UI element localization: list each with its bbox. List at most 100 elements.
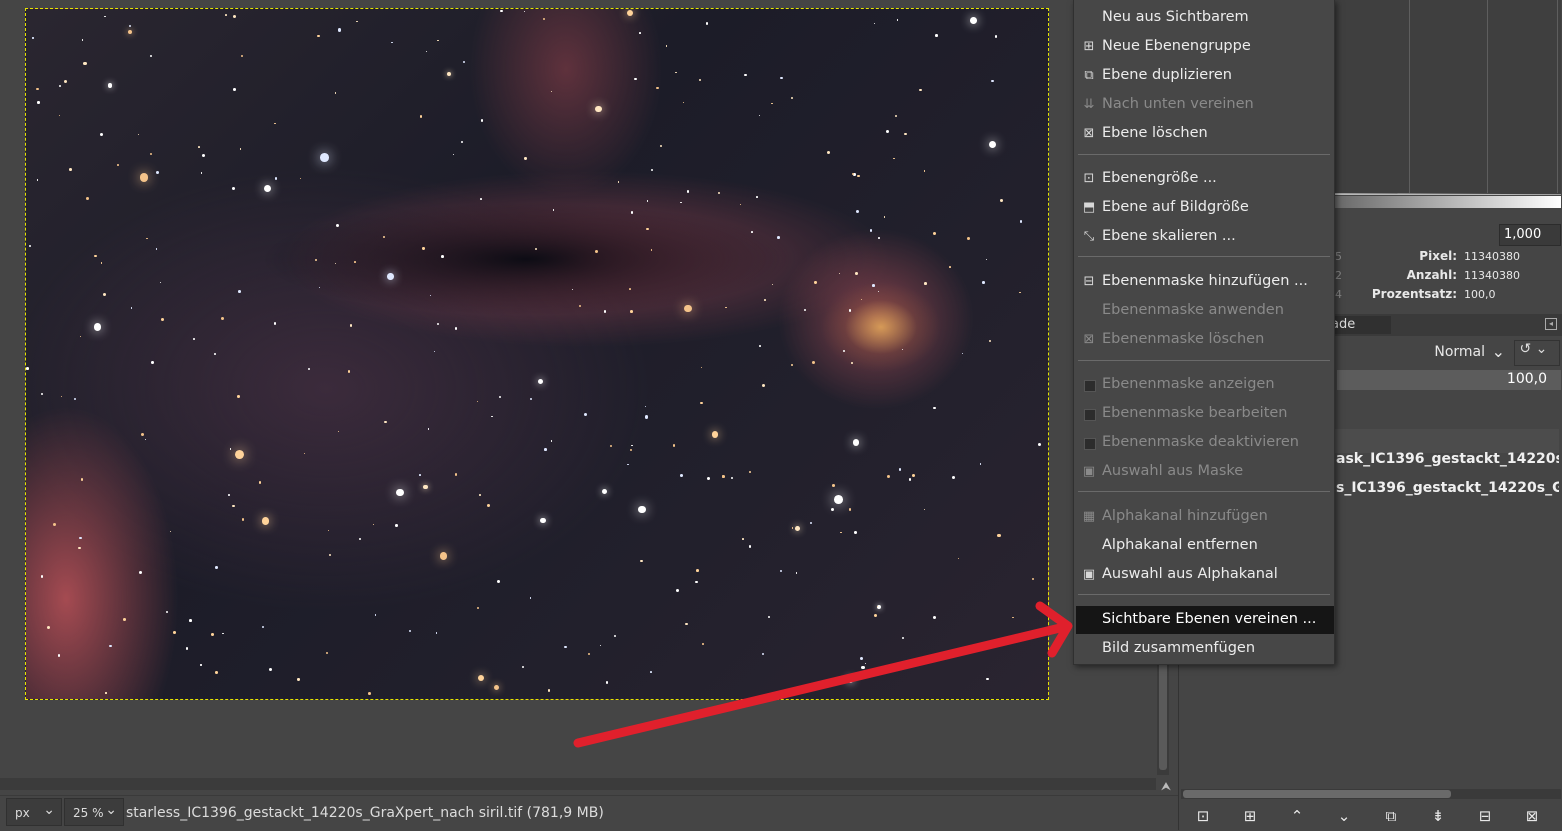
star [744,73,747,76]
menu-item-ebenenmaske-hinzufügen[interactable]: ⊟ Ebenenmaske hinzufügen ... [1076,268,1334,296]
menu-item-ebene-duplizieren[interactable]: ⧉ Ebene duplizieren [1076,62,1334,90]
star [679,474,683,478]
menu-item-ebenengröße[interactable]: ⊡ Ebenengröße ... [1076,165,1334,193]
menu-item-auswahl-aus-alphakanal[interactable]: ▣ Auswahl aus Alphakanal [1076,561,1334,589]
menu-item-bild-zusammenfügen[interactable]: Bild zusammenfügen [1076,635,1334,663]
star [347,370,351,373]
menu-item-ebene-skalieren[interactable]: ⤡ Ebene skalieren ... [1076,223,1334,251]
gamma-spinbox[interactable]: 1,000 [1499,224,1561,246]
layer-list-scrollbar[interactable] [1181,789,1561,799]
star [627,463,629,466]
star [1012,616,1014,619]
navigate-icon[interactable]: ⮝ [1158,778,1174,794]
star [261,625,264,628]
star [812,360,816,364]
menu-item-label: Auswahl aus Alphakanal [1102,566,1278,582]
menu-item-ebene-auf-bildgröße[interactable]: ⬒ Ebene auf Bildgröße [1076,194,1334,222]
menu-separator [1078,256,1330,257]
star [699,401,703,405]
canvas-area[interactable]: ⮝ [0,0,1178,795]
anchor-layer-icon[interactable]: ⇟ [1426,805,1450,827]
stat-label: Anzahl: [1406,268,1457,282]
menu-item-ebenenmaske-anzeigen[interactable]: Ebenenmaske anzeigen [1076,371,1334,399]
scrollbar-thumb[interactable] [1159,660,1167,770]
menu-item-ebenenmaske-bearbeiten[interactable]: Ebenenmaske bearbeiten [1076,400,1334,428]
star [626,10,633,17]
scrollbar-thumb[interactable] [1183,790,1451,798]
star [165,610,169,614]
menu-item-ebenenmaske-löschen[interactable]: ⊠ Ebenenmaske löschen [1076,326,1334,354]
star [359,537,362,540]
new-layer-icon[interactable]: ⊡ [1191,805,1215,827]
star [32,37,34,39]
raise-layer-icon[interactable]: ⌃ [1285,805,1309,827]
layer-buttons: ⊡ ⊞ ⌃ ⌄ ⧉ ⇟ ⊟ ⊠ [1179,803,1562,830]
zoom-select[interactable]: 25 % ⌄ [64,798,124,826]
star [122,618,126,622]
star [258,481,262,484]
star [594,250,598,254]
star [933,406,936,410]
menu-item-label: Ebenenmaske anzeigen [1102,376,1275,392]
menu-item-label: Ebenenmaske bearbeiten [1102,405,1288,421]
star [814,281,817,284]
star [932,231,936,235]
star [838,273,840,275]
selection-from-alpha-icon: ▣ [1082,567,1096,582]
layer-mode-select[interactable]: Normal ⌄ [1339,340,1511,366]
new-layer-group-icon[interactable]: ⊞ [1238,805,1262,827]
duplicate-layer-icon[interactable]: ⧉ [1379,805,1403,827]
menu-item-ebenenmaske-deaktivieren[interactable]: Ebenenmaske deaktivieren [1076,429,1334,457]
star [462,60,466,64]
menu-item-alphakanal-entfernen[interactable]: Alphakanal entfernen [1076,532,1334,560]
tab-layers[interactable]: ade [1331,316,1391,334]
star [848,309,851,312]
star [130,307,133,309]
star [478,674,485,682]
star [676,588,680,592]
star [435,632,438,634]
menu-item-neue-ebenengruppe[interactable]: ⊞ Neue Ebenengruppe [1076,33,1334,61]
layer-to-image-size-icon: ⬒ [1082,200,1096,215]
star [730,476,733,480]
opacity-spinbox[interactable]: 100,0 [1337,370,1561,390]
star [827,151,831,155]
gamma-value: 1,000 [1504,227,1542,242]
menu-item-ebenenmaske-anwenden[interactable]: Ebenenmaske anwenden [1076,297,1334,325]
star [896,18,899,21]
horizontal-scrollbar[interactable] [0,778,1156,790]
star [420,115,423,118]
star [741,538,744,540]
star [644,405,646,407]
star [36,179,39,181]
menu-separator [1078,594,1330,595]
star [603,310,607,313]
star [80,335,82,337]
unit-select[interactable]: px ⌄ [6,798,62,826]
add-mask-icon[interactable]: ⊟ [1473,805,1497,827]
composite-mode-button[interactable]: ↺ ⌄ [1514,340,1560,366]
star [758,115,761,117]
delete-icon[interactable]: ⊠ [1520,805,1544,827]
menu-item-auswahl-aus-maske[interactable]: ▣ Auswahl aus Maske [1076,458,1334,486]
menu-item-neu-aus-sichtbarem[interactable]: Neu aus Sichtbarem [1076,4,1334,32]
lower-layer-icon[interactable]: ⌄ [1332,805,1356,827]
file-info: starless_IC1396_gestackt_14220s_GraXpert… [126,805,604,821]
star [150,153,153,156]
star [717,191,720,194]
star [274,122,276,124]
star [387,273,394,280]
star [650,671,653,673]
star [994,35,998,38]
star [886,475,891,479]
star [374,614,377,616]
nebula-image[interactable] [25,8,1049,700]
tab-menu-icon[interactable]: ◂ [1545,318,1557,330]
menu-item-ebene-löschen[interactable]: ⊠ Ebene löschen [1076,120,1334,148]
menu-item-sichtbare-ebenen-vereinen[interactable]: Sichtbare Ebenen vereinen ... [1076,606,1334,634]
menu-item-alphakanal-hinzufügen[interactable]: ▦ Alphakanal hinzufügen [1076,503,1334,531]
menu-separator [1078,154,1330,155]
star [61,396,63,398]
menu-item-nach-unten-vereinen[interactable]: ⇊ Nach unten vereinen [1076,91,1334,119]
star [491,415,493,418]
